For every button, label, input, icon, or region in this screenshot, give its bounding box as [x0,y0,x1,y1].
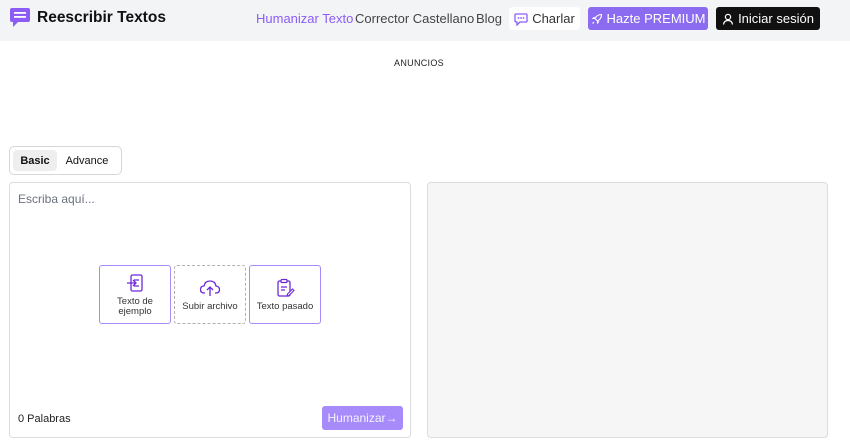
tab-basic[interactable]: Basic [13,150,57,171]
brand-name: Reescribir Textos [37,8,166,26]
word-count: 0 Palabras [18,413,71,425]
chat-button[interactable]: Charlar [509,7,580,30]
chat-icon [514,12,528,26]
top-navigation-bar: Reescribir Textos Humanizar Texto Correc… [0,0,850,41]
example-text-label: Texto de ejemplo [117,295,153,317]
nav-link-humanize[interactable]: Humanizar Texto [256,11,353,26]
paste-text-label: Texto pasado [256,300,314,312]
insert-text-icon [127,273,143,292]
premium-button[interactable]: Hazte PREMIUM [588,7,708,30]
login-button-label: Iniciar sesión [738,11,814,26]
upload-file-label: Subir archivo [182,300,238,312]
tab-advance[interactable]: Advance [57,150,117,171]
text-input-placeholder[interactable]: Escriba aquí... [18,192,95,206]
paste-text-button[interactable]: Texto pasado [249,265,321,324]
login-button[interactable]: Iniciar sesión [716,7,820,30]
chat-button-label: Charlar [532,11,575,26]
humanize-button[interactable]: Humanizar→ [322,406,403,430]
nav-link-blog[interactable]: Blog [476,11,502,26]
premium-button-label: Hazte PREMIUM [606,11,706,26]
chat-bubble-icon [10,8,30,27]
upload-file-button[interactable]: Subir archivo [174,265,246,324]
mode-tabs: Basic Advance [9,146,122,175]
output-panel [427,182,828,438]
ads-label: ANUNCIOS [394,58,444,68]
rocket-icon [591,13,602,24]
brand-link[interactable]: Reescribir Textos [9,7,166,28]
user-icon [722,13,734,25]
example-text-button[interactable]: Texto de ejemplo [99,265,171,324]
clipboard-edit-icon [277,278,295,297]
input-panel[interactable]: Escriba aquí... Texto de ejemplo Subir a… [9,182,411,438]
cloud-upload-icon [199,279,221,296]
nav-link-corrector[interactable]: Corrector Castellano [355,11,474,26]
